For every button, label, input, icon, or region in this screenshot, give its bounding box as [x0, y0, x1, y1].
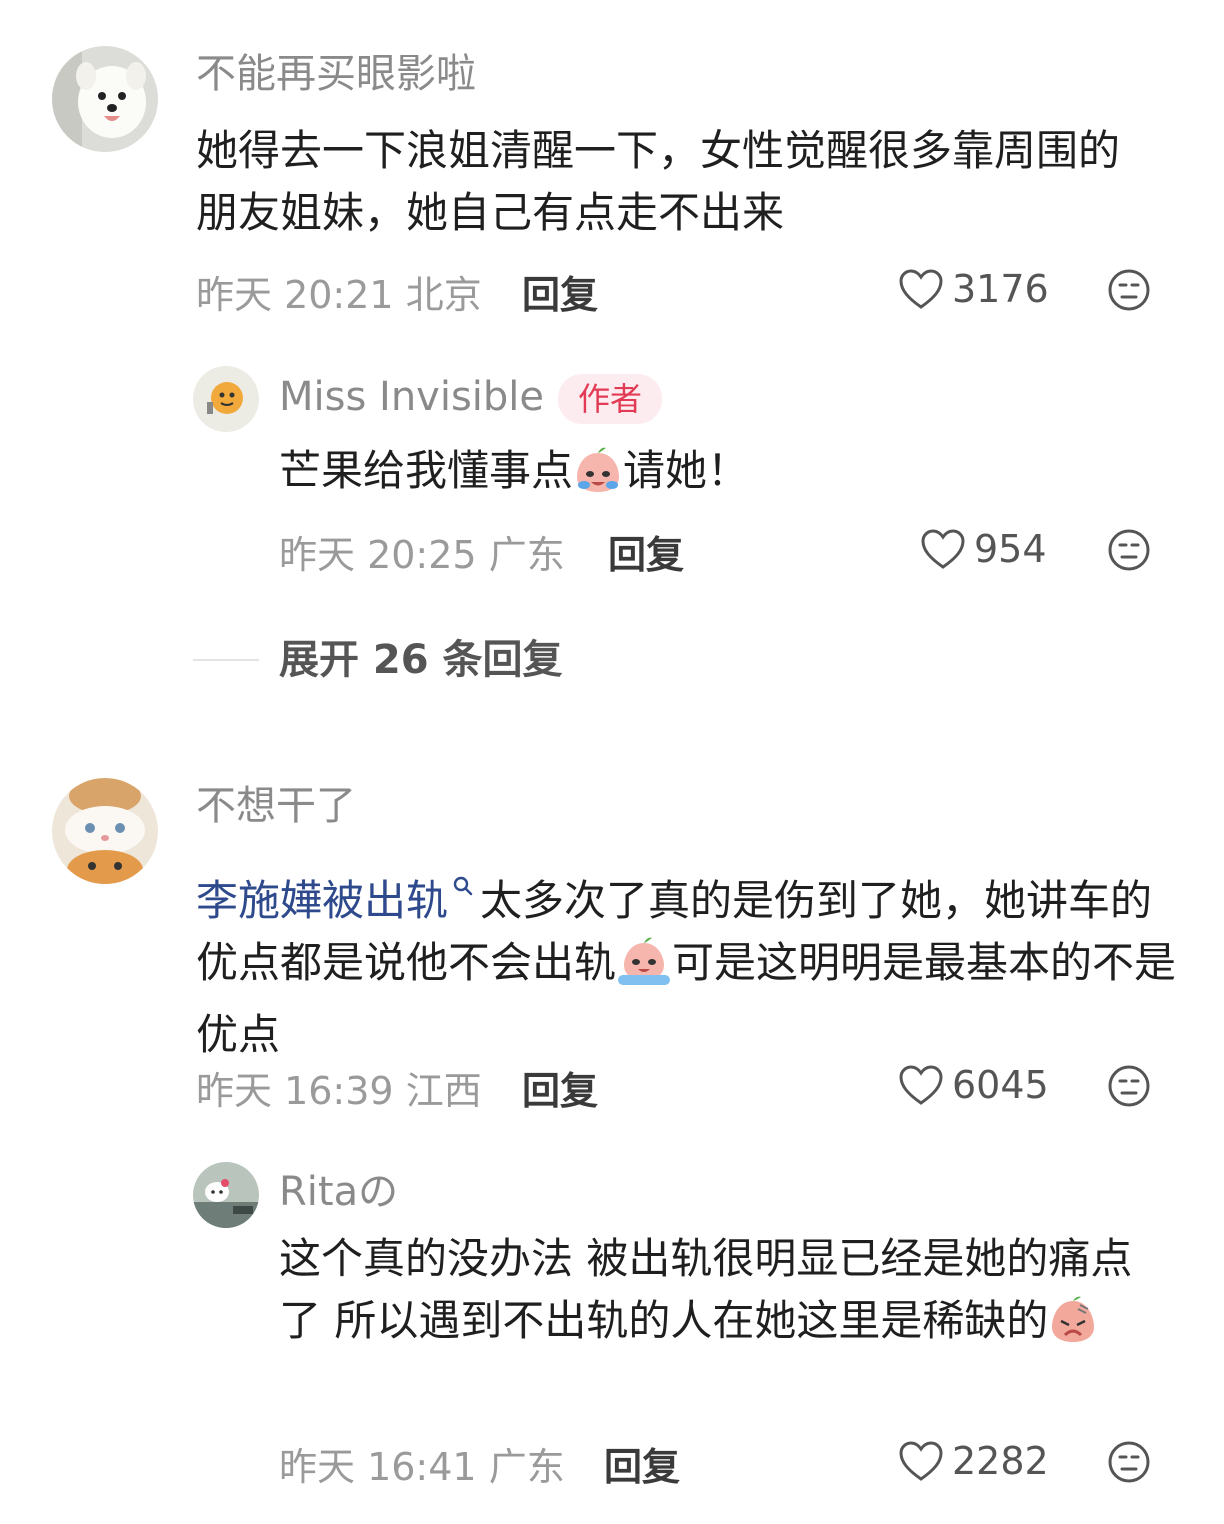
location: 广东	[488, 533, 565, 577]
comment-time: 昨天 16:39 江西	[196, 1072, 482, 1110]
avatar[interactable]	[193, 1162, 259, 1228]
reply-text-part: 这个真的没办法 被出轨很明显已经是她的痛点了 所以遇到不出轨的人在她这里是稀缺的	[279, 1234, 1133, 1345]
reply-text-part: 请她！	[623, 446, 750, 495]
neutral-face-icon	[1108, 1065, 1150, 1107]
neutral-face-icon	[1108, 269, 1150, 311]
dislike-button[interactable]	[1107, 1440, 1151, 1488]
sad-peach-emoji	[1048, 1295, 1098, 1362]
location: 广东	[488, 1445, 565, 1489]
comment-username[interactable]: 不想干了	[196, 786, 356, 826]
timestamp: 昨天 20:25	[279, 533, 477, 577]
reply-time: 昨天 16:41 广东	[279, 1448, 565, 1486]
heart-icon	[899, 1065, 943, 1105]
neutral-face-icon	[1108, 529, 1150, 571]
timestamp: 昨天 16:39	[196, 1069, 394, 1113]
reply-button[interactable]: 回复	[522, 276, 598, 314]
comment-text: 她得去一下浪姐清醒一下，女性觉醒很多靠周围的朋友姐妹，她自己有点走不出来	[196, 126, 1121, 237]
like-count: 3176	[952, 267, 1049, 311]
like-button[interactable]: 954	[920, 528, 1047, 570]
heart-icon	[899, 1441, 943, 1481]
reply-button[interactable]: 回复	[522, 1072, 598, 1110]
reply-username[interactable]: Ritaの	[279, 1172, 398, 1212]
divider	[193, 659, 259, 661]
like-button[interactable]: 6045	[898, 1064, 1049, 1106]
expand-replies-label: 展开 26 条回复	[279, 637, 563, 683]
comment-text: 李施嬅被出轨 太多次了真的是伤到了她，她讲车的优点都是说他不会出轨 可是这明明是最基…	[196, 852, 1186, 1066]
dislike-button[interactable]	[1107, 1064, 1151, 1112]
reply-text-part: 芒果给我懂事点	[279, 446, 574, 495]
crying-peach-emoji	[573, 445, 623, 512]
author-badge: 作者	[558, 374, 663, 424]
reply-button[interactable]: 回复	[604, 1448, 680, 1486]
reply-username[interactable]: Miss Invisible	[279, 377, 544, 417]
avatar[interactable]	[52, 46, 158, 152]
dislike-button[interactable]	[1107, 528, 1151, 576]
avatar[interactable]	[52, 778, 158, 884]
like-count: 2282	[952, 1439, 1049, 1483]
reply-text: 芒果给我懂事点 请她！	[279, 440, 1159, 512]
reply-button[interactable]: 回复	[608, 536, 684, 574]
location: 江西	[405, 1069, 482, 1113]
reply-text: 这个真的没办法 被出轨很明显已经是她的痛点了 所以遇到不出轨的人在她这里是稀缺的	[279, 1228, 1159, 1362]
heart-icon	[899, 269, 943, 309]
comment-username[interactable]: 不能再买眼影啦	[196, 54, 476, 94]
timestamp: 昨天 16:41	[279, 1445, 477, 1489]
expand-replies-button[interactable]: 展开 26 条回复	[193, 640, 563, 680]
avatar[interactable]	[193, 366, 259, 432]
like-count: 954	[974, 527, 1047, 571]
heart-icon	[921, 529, 965, 569]
like-button[interactable]: 3176	[898, 268, 1049, 310]
search-link[interactable]: 李施嬅被出轨	[196, 876, 448, 925]
dislike-button[interactable]	[1107, 268, 1151, 316]
timestamp: 昨天 20:21	[196, 273, 394, 317]
neutral-face-icon	[1108, 1441, 1150, 1483]
search-icon[interactable]	[452, 852, 474, 914]
like-button[interactable]: 2282	[898, 1440, 1049, 1482]
like-count: 6045	[952, 1063, 1049, 1107]
crying-peach-emoji	[616, 935, 672, 1004]
comment-time: 昨天 20:21 北京	[196, 276, 482, 314]
reply-time: 昨天 20:25 广东	[279, 536, 565, 574]
location: 北京	[405, 273, 482, 317]
